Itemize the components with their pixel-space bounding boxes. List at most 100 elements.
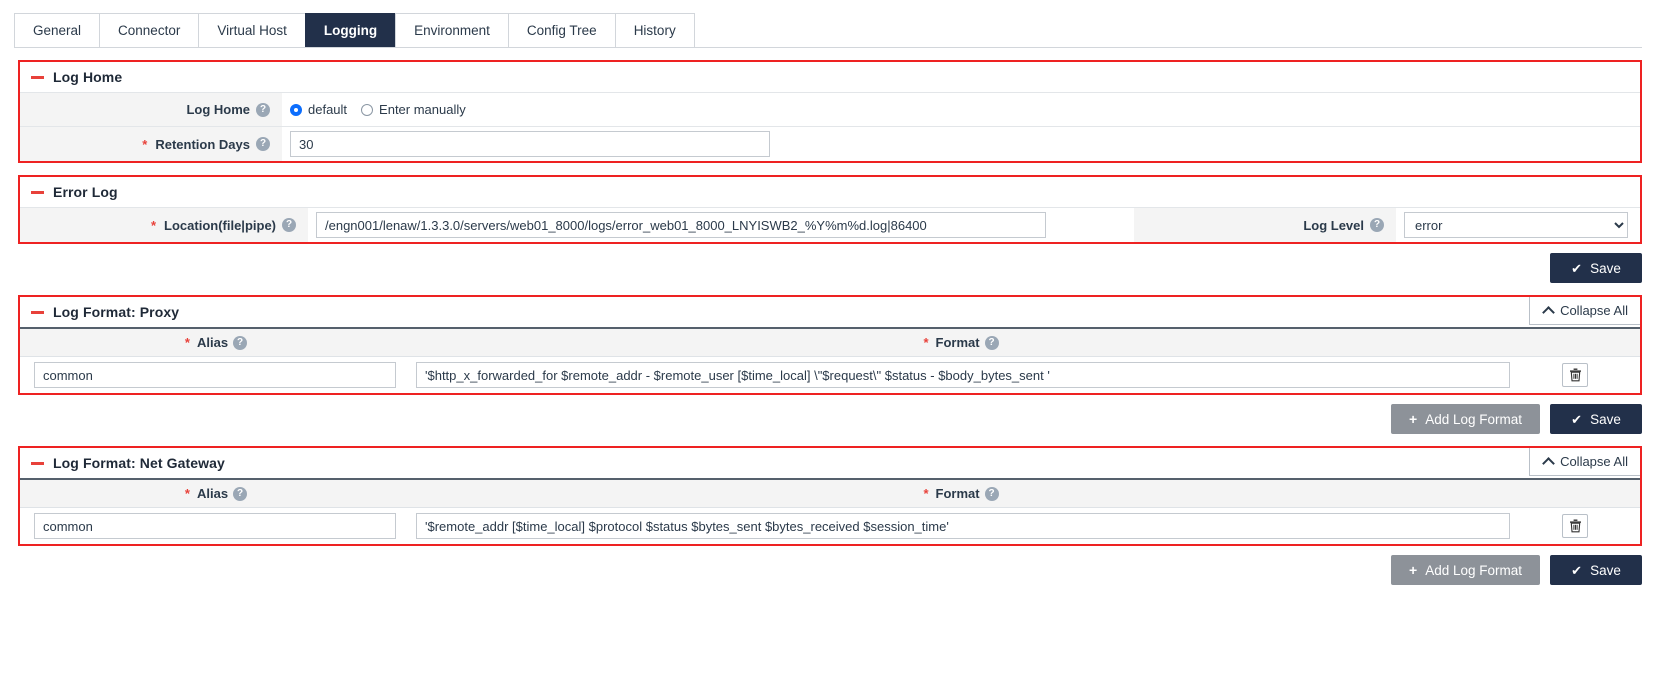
log-level-label: Log Level — [1303, 217, 1364, 233]
error-log-panel-header: Error Log — [20, 177, 1640, 207]
log-format-net-gateway-table: * Alias ? * Format ? — [20, 478, 1640, 544]
help-icon[interactable]: ? — [256, 137, 270, 151]
tab-config-tree[interactable]: Config Tree — [507, 12, 616, 47]
log-format-net-gateway-save-label: Save — [1590, 562, 1621, 578]
delete-row-button[interactable] — [1562, 363, 1588, 387]
error-log-save-label: Save — [1590, 260, 1621, 276]
radio-log-home-default-label: default — [308, 102, 348, 117]
cell-format — [412, 362, 1510, 388]
help-icon[interactable]: ? — [984, 486, 999, 501]
minus-icon[interactable] — [31, 190, 44, 194]
required-marker: * — [142, 136, 148, 152]
chevron-up-icon — [1542, 457, 1555, 470]
table-header-row: * Alias ? * Format ? — [20, 478, 1640, 508]
table-header-row: * Alias ? * Format ? — [20, 327, 1640, 357]
retention-days-input[interactable] — [290, 131, 770, 157]
collapse-all-button-proxy[interactable]: Collapse All — [1529, 297, 1640, 325]
log-home-panel: Log Home Log Home ? default Enter manual… — [18, 60, 1642, 163]
alias-input[interactable] — [34, 362, 396, 388]
location-label-cell: * Location(file|pipe) ? — [20, 208, 308, 242]
retention-days-control-cell — [282, 127, 1640, 161]
log-home-row: Log Home ? default Enter manually — [20, 92, 1640, 126]
collapse-all-label: Collapse All — [1560, 454, 1628, 469]
log-format-net-gateway-panel: Log Format: Net Gateway Collapse All * A… — [18, 446, 1642, 546]
required-marker: * — [923, 335, 929, 350]
radio-log-home-default[interactable]: default — [290, 102, 347, 117]
location-label: Location(file|pipe) — [164, 217, 276, 233]
error-log-title: Error Log — [53, 184, 118, 200]
column-header-format-label: Format — [935, 335, 980, 350]
cell-alias — [20, 362, 412, 388]
column-header-alias: * Alias ? — [20, 335, 412, 350]
tab-history[interactable]: History — [614, 12, 695, 47]
plus-icon: + — [1409, 562, 1418, 578]
tab-virtual-host[interactable]: Virtual Host — [198, 12, 306, 47]
check-icon: ✔ — [1571, 562, 1583, 578]
chevron-up-icon — [1542, 306, 1555, 319]
help-icon[interactable]: ? — [233, 335, 248, 350]
log-format-net-gateway-save-button[interactable]: ✔ Save — [1550, 555, 1642, 585]
main-tabbar: General Connector Virtual Host Logging E… — [14, 8, 1642, 48]
log-level-control-cell: errorwarninfodebug — [1396, 208, 1640, 242]
log-home-label: Log Home — [186, 102, 250, 117]
log-format-proxy-save-button[interactable]: ✔ Save — [1550, 404, 1642, 434]
column-header-alias-label: Alias — [196, 335, 229, 350]
tab-general[interactable]: General — [14, 12, 101, 47]
help-icon[interactable]: ? — [233, 486, 248, 501]
help-icon[interactable]: ? — [256, 102, 270, 117]
alias-input[interactable] — [34, 513, 396, 539]
column-header-alias-label: Alias — [196, 486, 229, 501]
retention-days-row: * Retention Days ? — [20, 126, 1640, 161]
delete-row-button[interactable] — [1562, 514, 1588, 538]
error-log-panel: Error Log * Location(file|pipe) ? Log Le… — [18, 175, 1642, 244]
retention-days-label-cell: * Retention Days ? — [20, 127, 282, 161]
log-level-select[interactable]: errorwarninfodebug — [1404, 212, 1628, 238]
log-format-net-gateway-actions: + Add Log Format ✔ Save — [18, 555, 1642, 585]
required-marker: * — [184, 335, 190, 350]
minus-icon[interactable] — [31, 461, 44, 465]
log-home-panel-header: Log Home — [20, 62, 1640, 92]
log-home-control-cell: default Enter manually — [282, 93, 1640, 126]
add-log-format-label: Add Log Format — [1425, 411, 1522, 427]
required-marker: * — [184, 486, 190, 501]
error-log-actions: ✔ Save — [18, 253, 1642, 283]
format-input[interactable] — [416, 362, 1510, 388]
column-header-format: * Format ? — [412, 335, 1510, 350]
collapse-all-button-net-gateway[interactable]: Collapse All — [1529, 448, 1640, 476]
tab-connector[interactable]: Connector — [99, 12, 200, 47]
help-icon[interactable]: ? — [282, 218, 296, 232]
check-icon: ✔ — [1571, 411, 1583, 427]
required-marker: * — [150, 217, 157, 233]
trash-icon — [1569, 368, 1581, 382]
add-log-format-button-net-gateway[interactable]: + Add Log Format — [1391, 555, 1540, 585]
logging-settings-page: General Connector Virtual Host Logging E… — [0, 8, 1656, 679]
log-format-net-gateway-header: Log Format: Net Gateway Collapse All — [20, 448, 1640, 478]
log-home-title: Log Home — [53, 69, 123, 85]
add-log-format-button-proxy[interactable]: + Add Log Format — [1391, 404, 1540, 434]
help-icon[interactable]: ? — [984, 335, 999, 350]
tab-logging[interactable]: Logging — [304, 12, 397, 47]
radio-log-home-manual-label: Enter manually — [379, 102, 466, 117]
column-header-format: * Format ? — [412, 486, 1510, 501]
error-log-save-button[interactable]: ✔ Save — [1550, 253, 1642, 283]
minus-icon[interactable] — [31, 75, 44, 79]
plus-icon: + — [1409, 411, 1418, 427]
log-home-label-cell: Log Home ? — [20, 93, 282, 126]
radio-icon-selected[interactable] — [290, 103, 302, 116]
minus-icon[interactable] — [31, 310, 44, 314]
table-row — [20, 357, 1640, 393]
cell-actions — [1510, 514, 1640, 538]
log-format-proxy-header: Log Format: Proxy Collapse All — [20, 297, 1640, 327]
column-header-alias: * Alias ? — [20, 486, 412, 501]
format-input[interactable] — [416, 513, 1510, 539]
error-log-row: * Location(file|pipe) ? Log Level ? erro… — [20, 207, 1640, 242]
location-input[interactable] — [316, 212, 1046, 238]
radio-icon-unselected[interactable] — [361, 103, 374, 116]
radio-log-home-manual[interactable]: Enter manually — [361, 102, 466, 117]
check-icon: ✔ — [1571, 260, 1583, 276]
tab-environment[interactable]: Environment — [395, 12, 509, 47]
help-icon[interactable]: ? — [1370, 218, 1384, 232]
trash-icon — [1569, 519, 1581, 533]
log-format-proxy-actions: + Add Log Format ✔ Save — [18, 404, 1642, 434]
required-marker: * — [923, 486, 929, 501]
